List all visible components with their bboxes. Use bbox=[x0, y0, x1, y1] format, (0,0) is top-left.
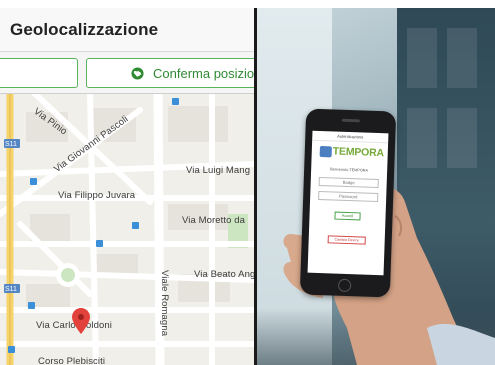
globe-icon bbox=[131, 67, 144, 80]
building-window bbox=[407, 108, 437, 168]
phone-photo: Autenticazione TEMPORA Benvenuto TEMPORA… bbox=[257, 8, 495, 365]
street-label: Viale Romagna bbox=[159, 270, 170, 337]
page-title: Geolocalizzazione bbox=[10, 20, 159, 39]
street-label: Via Luigi Mang bbox=[186, 165, 251, 176]
street-label: Via Filippo Juvara bbox=[58, 190, 136, 201]
logo-mark-icon bbox=[319, 145, 332, 158]
building-window bbox=[447, 28, 477, 88]
welcome-text: Benvenuto TEMPORA bbox=[330, 167, 369, 173]
tempora-logo: TEMPORA bbox=[319, 145, 384, 161]
title-bar: Geolocalizzazione bbox=[0, 8, 256, 52]
svg-text:S11: S11 bbox=[5, 141, 17, 148]
building-window bbox=[447, 108, 477, 168]
home-button bbox=[337, 278, 352, 293]
geolocation-panel: Geolocalizzazione Conferma posizione bbox=[0, 8, 256, 365]
location-pin-icon[interactable] bbox=[72, 308, 90, 334]
brand-name: TEMPORA bbox=[332, 145, 385, 160]
street-label: Via Moretto da bbox=[182, 215, 246, 226]
phone-screen: Autenticazione TEMPORA Benvenuto TEMPORA… bbox=[307, 130, 389, 276]
street-label: Corso Plebisciti bbox=[38, 356, 106, 365]
password-field[interactable]: Password bbox=[318, 190, 379, 203]
svg-text:S11: S11 bbox=[5, 286, 17, 293]
confirm-position-label: Conferma posizione bbox=[153, 65, 256, 81]
building-window bbox=[407, 28, 437, 88]
screen-header: Autenticazione bbox=[312, 130, 389, 144]
location-toolbar: Conferma posizione bbox=[0, 52, 256, 94]
login-button[interactable]: Accedi bbox=[334, 211, 361, 221]
map-view[interactable]: S11 S11 Via Pinio Via Giovanni Pascoli V… bbox=[0, 94, 256, 365]
badge-field[interactable]: Badge bbox=[318, 176, 379, 189]
address-input[interactable] bbox=[0, 58, 78, 88]
change-device-button[interactable]: Cambia Device bbox=[327, 235, 366, 245]
phone-speaker bbox=[341, 118, 360, 123]
confirm-position-button[interactable]: Conferma posizione bbox=[86, 58, 256, 88]
street-label: Via Beato Ang bbox=[194, 269, 256, 280]
smartphone: Autenticazione TEMPORA Benvenuto TEMPORA… bbox=[299, 108, 397, 298]
